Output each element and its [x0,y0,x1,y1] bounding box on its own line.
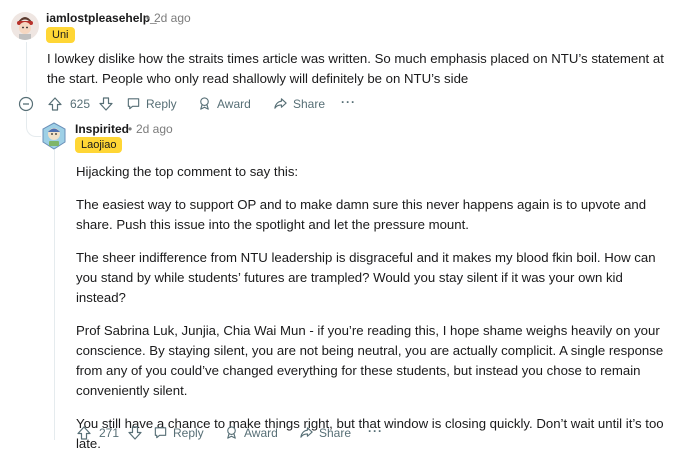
share-icon [300,427,313,438]
vote-count: 271 [99,426,120,440]
username[interactable]: Inspirited [75,122,129,136]
reply-comment: Inspirited • 2d ago Laojiao Hijacking th… [0,116,683,453]
award-label: Award [244,425,278,440]
award-label: Award [217,96,251,111]
avatar[interactable] [11,12,39,40]
username[interactable]: iamlostpleasehelp_ [46,11,157,25]
comment-text: I lowkey dislike how the straits times a… [47,51,664,86]
award-icon [200,97,209,110]
upvote-icon [77,426,91,440]
collapse-minus-icon [18,96,34,112]
reply-button[interactable]: Reply [153,425,204,440]
separator-dot: • [146,11,151,25]
downvote-button[interactable] [98,96,114,112]
comment-paragraph: Prof Sabrina Luk, Junjia, Chia Wai Mun -… [76,323,664,398]
comment-paragraph: Hijacking the top comment to say this: [76,164,299,179]
reply-button[interactable]: Reply [126,96,177,111]
comment-body: Hijacking the top comment to say this: T… [76,162,674,454]
timestamp[interactable]: 2d ago [154,11,191,25]
user-flair: Laojiao [75,137,123,153]
reply-label: Reply [173,425,204,440]
reply-label: Reply [146,96,177,111]
award-button[interactable]: Award [197,96,251,111]
share-button[interactable]: Share [299,425,351,440]
downvote-icon [99,97,113,111]
downvote-icon [128,426,142,440]
reply-avatar[interactable] [41,122,67,150]
more-button[interactable]: ··· [341,95,356,109]
upvote-button[interactable] [47,96,63,112]
upvote-button[interactable] [76,425,92,441]
collapse-button[interactable] [18,96,34,112]
more-button[interactable]: ··· [368,424,383,438]
reply-bubble-icon [154,427,167,439]
share-icon [274,98,287,109]
reply-bubble-icon [127,98,140,110]
separator-dot: • [128,122,133,136]
more-icon: ··· [368,424,383,438]
comment-body: I lowkey dislike how the straits times a… [47,49,667,89]
upvote-icon [48,97,62,111]
more-icon: ··· [341,95,356,109]
avatar [42,122,66,150]
award-button[interactable]: Award [224,425,278,440]
share-button[interactable]: Share [273,96,325,111]
award-icon [227,426,236,439]
timestamp[interactable]: 2d ago [136,122,173,136]
top-comment: iamlostpleasehelp_ • 2d ago Uni I lowkey… [0,0,683,116]
user-flair: Uni [46,27,75,43]
share-label: Share [293,96,326,111]
vote-controls: 271 [76,425,143,441]
downvote-button[interactable] [127,425,143,441]
vote-count: 625 [70,97,91,111]
comment-paragraph: The sheer indifference from NTU leadersh… [76,250,656,305]
comment-paragraph: The easiest way to support OP and to mak… [76,197,647,232]
vote-controls: 625 [47,96,114,112]
share-label: Share [319,425,352,440]
